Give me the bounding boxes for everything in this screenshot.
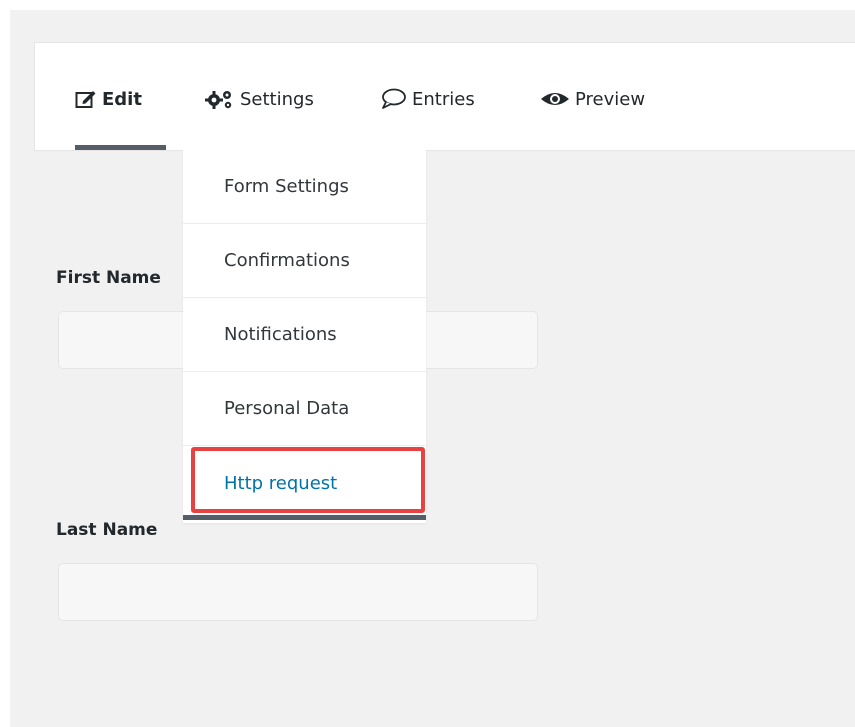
speech-bubble-icon (381, 88, 407, 110)
edit-icon (75, 89, 97, 109)
eye-icon (540, 88, 570, 110)
tab-preview-label: Preview (575, 88, 646, 110)
menu-item-personal-data[interactable]: Personal Data (183, 372, 426, 446)
tab-entries-label: Entries (412, 88, 475, 110)
menu-item-confirmations[interactable]: Confirmations (183, 224, 426, 298)
active-menu-indicator (183, 515, 426, 520)
tab-preview[interactable]: Preview (540, 85, 645, 113)
menu-item-label: Confirmations (224, 250, 350, 271)
form-tab-bar: Edit Settings Entries Preview (34, 42, 855, 151)
menu-item-notifications[interactable]: Notifications (183, 298, 426, 372)
menu-item-form-settings[interactable]: Form Settings (183, 150, 426, 224)
menu-item-label: Form Settings (224, 176, 349, 197)
last-name-label: Last Name (56, 520, 158, 540)
settings-dropdown-menu: Form Settings Confirmations Notification… (183, 150, 426, 523)
active-tab-indicator (75, 145, 166, 150)
last-name-input[interactable] (58, 563, 538, 621)
tab-settings-label: Settings (240, 88, 314, 110)
menu-item-http-request[interactable]: Http request (183, 446, 426, 520)
menu-item-label: Notifications (224, 324, 337, 345)
tab-settings[interactable]: Settings (205, 85, 314, 113)
tab-entries[interactable]: Entries (381, 85, 475, 113)
menu-item-label: Http request (224, 472, 338, 494)
tab-edit-label: Edit (102, 88, 142, 110)
form-builder-canvas: Edit Settings Entries Preview First Name… (10, 10, 855, 727)
gears-icon (205, 88, 235, 110)
menu-item-label: Personal Data (224, 398, 350, 419)
tab-edit[interactable]: Edit (75, 85, 142, 113)
first-name-label: First Name (56, 268, 161, 288)
